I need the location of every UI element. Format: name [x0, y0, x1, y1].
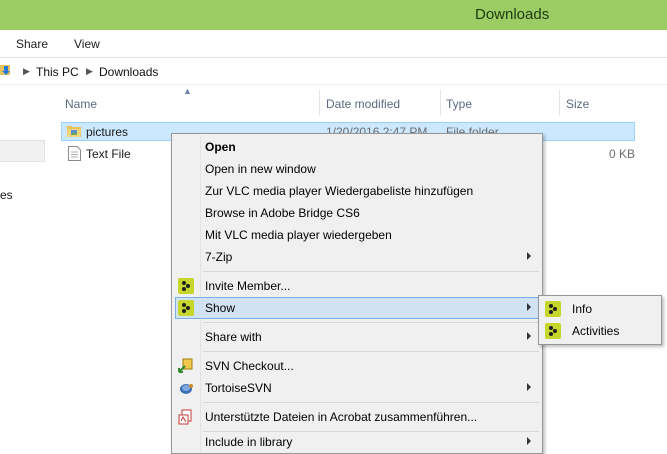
menu-item-label: TortoiseSVN	[205, 381, 272, 395]
menu-item-label: Unterstützte Dateien in Acrobat zusammen…	[205, 410, 478, 424]
sort-ascending-icon: ▲	[183, 86, 192, 96]
menu-item-invite-member[interactable]: Invite Member...	[175, 275, 539, 297]
submenu-arrow-icon	[527, 252, 531, 260]
submenu-item-info[interactable]: Info	[542, 298, 660, 320]
menu-item-svn-checkout[interactable]: SVN Checkout...	[175, 355, 539, 377]
menu-separator	[203, 351, 539, 352]
menu-item-vlc-play[interactable]: Mit VLC media player wiedergeben	[175, 224, 539, 246]
ribbon	[0, 30, 667, 58]
submenu: Info Activities	[538, 295, 662, 345]
column-header-size[interactable]: Size	[566, 97, 589, 111]
menu-item-vlc-add-playlist[interactable]: Zur VLC media player Wiedergabeliste hin…	[175, 180, 539, 202]
sharing-app-icon	[178, 300, 194, 316]
svn-checkout-icon	[178, 358, 194, 374]
menu-item-label: Include in library	[205, 435, 293, 449]
tab-share[interactable]: Share	[16, 37, 48, 51]
menu-item-acrobat-merge[interactable]: Unterstützte Dateien in Acrobat zusammen…	[175, 406, 539, 428]
column-divider[interactable]	[440, 90, 441, 116]
menu-separator	[203, 271, 539, 272]
menu-item-adobe-bridge[interactable]: Browse in Adobe Bridge CS6	[175, 202, 539, 224]
breadcrumb-this-pc[interactable]: This PC	[36, 65, 79, 79]
tortoise-svn-icon	[178, 380, 194, 396]
tab-view[interactable]: View	[74, 37, 100, 51]
menu-item-include-library[interactable]: Include in library	[175, 431, 539, 453]
column-divider[interactable]	[319, 90, 320, 116]
menu-item-label: Mit VLC media player wiedergeben	[205, 228, 392, 242]
acrobat-icon	[178, 409, 194, 425]
menu-item-label: Activities	[572, 324, 620, 338]
menu-item-label: Browse in Adobe Bridge CS6	[205, 206, 360, 220]
menu-item-label: Invite Member...	[205, 279, 291, 293]
menu-item-label: Show	[205, 301, 236, 315]
sharing-app-icon	[178, 278, 194, 294]
downloads-folder-icon	[0, 63, 12, 77]
column-header-name[interactable]: Name	[65, 97, 97, 111]
submenu-arrow-icon	[527, 437, 531, 445]
menu-item-7zip[interactable]: 7-Zip	[175, 246, 539, 268]
menu-item-label: Open	[205, 140, 236, 154]
folder-icon	[67, 124, 82, 138]
chevron-right-icon[interactable]: ▶	[86, 66, 93, 77]
breadcrumb-downloads[interactable]: Downloads	[99, 65, 158, 79]
sharing-app-icon	[545, 301, 561, 317]
window-title: Downloads	[475, 6, 550, 23]
menu-separator	[203, 322, 539, 323]
menu-item-label: Open in new window	[205, 162, 316, 176]
menu-item-open-new-window[interactable]: Open in new window	[175, 158, 539, 180]
title-bar	[0, 0, 667, 30]
menu-item-label: Share with	[205, 330, 262, 344]
column-header-date[interactable]: Date modified	[326, 97, 400, 111]
menu-item-open[interactable]: Open	[175, 136, 539, 158]
file-size: 0 KB	[609, 147, 636, 161]
text-file-icon	[68, 146, 83, 161]
menu-item-show[interactable]: Show	[175, 297, 539, 319]
chevron-right-icon[interactable]: ▶	[23, 66, 30, 77]
nav-item-partial[interactable]: es	[0, 188, 13, 202]
menu-separator	[203, 402, 539, 403]
submenu-item-activities[interactable]: Activities	[542, 320, 660, 342]
column-header-type[interactable]: Type	[446, 97, 472, 111]
nav-selected-item[interactable]	[0, 140, 45, 162]
submenu-arrow-icon	[527, 383, 531, 391]
menu-item-label: SVN Checkout...	[205, 359, 294, 373]
submenu-arrow-icon	[527, 303, 531, 311]
sharing-app-icon	[545, 323, 561, 339]
file-name[interactable]: pictures	[86, 125, 128, 139]
menu-item-label: Zur VLC media player Wiedergabeliste hin…	[205, 184, 474, 198]
menu-item-tortoise-svn[interactable]: TortoiseSVN	[175, 377, 539, 399]
submenu-arrow-icon	[527, 332, 531, 340]
menu-item-label: 7-Zip	[205, 250, 233, 264]
context-menu: Open Open in new window Zur VLC media pl…	[171, 133, 543, 454]
file-name[interactable]: Text File	[86, 147, 131, 161]
menu-item-label: Info	[572, 302, 593, 316]
menu-item-share-with[interactable]: Share with	[175, 326, 539, 348]
column-divider[interactable]	[559, 90, 560, 116]
